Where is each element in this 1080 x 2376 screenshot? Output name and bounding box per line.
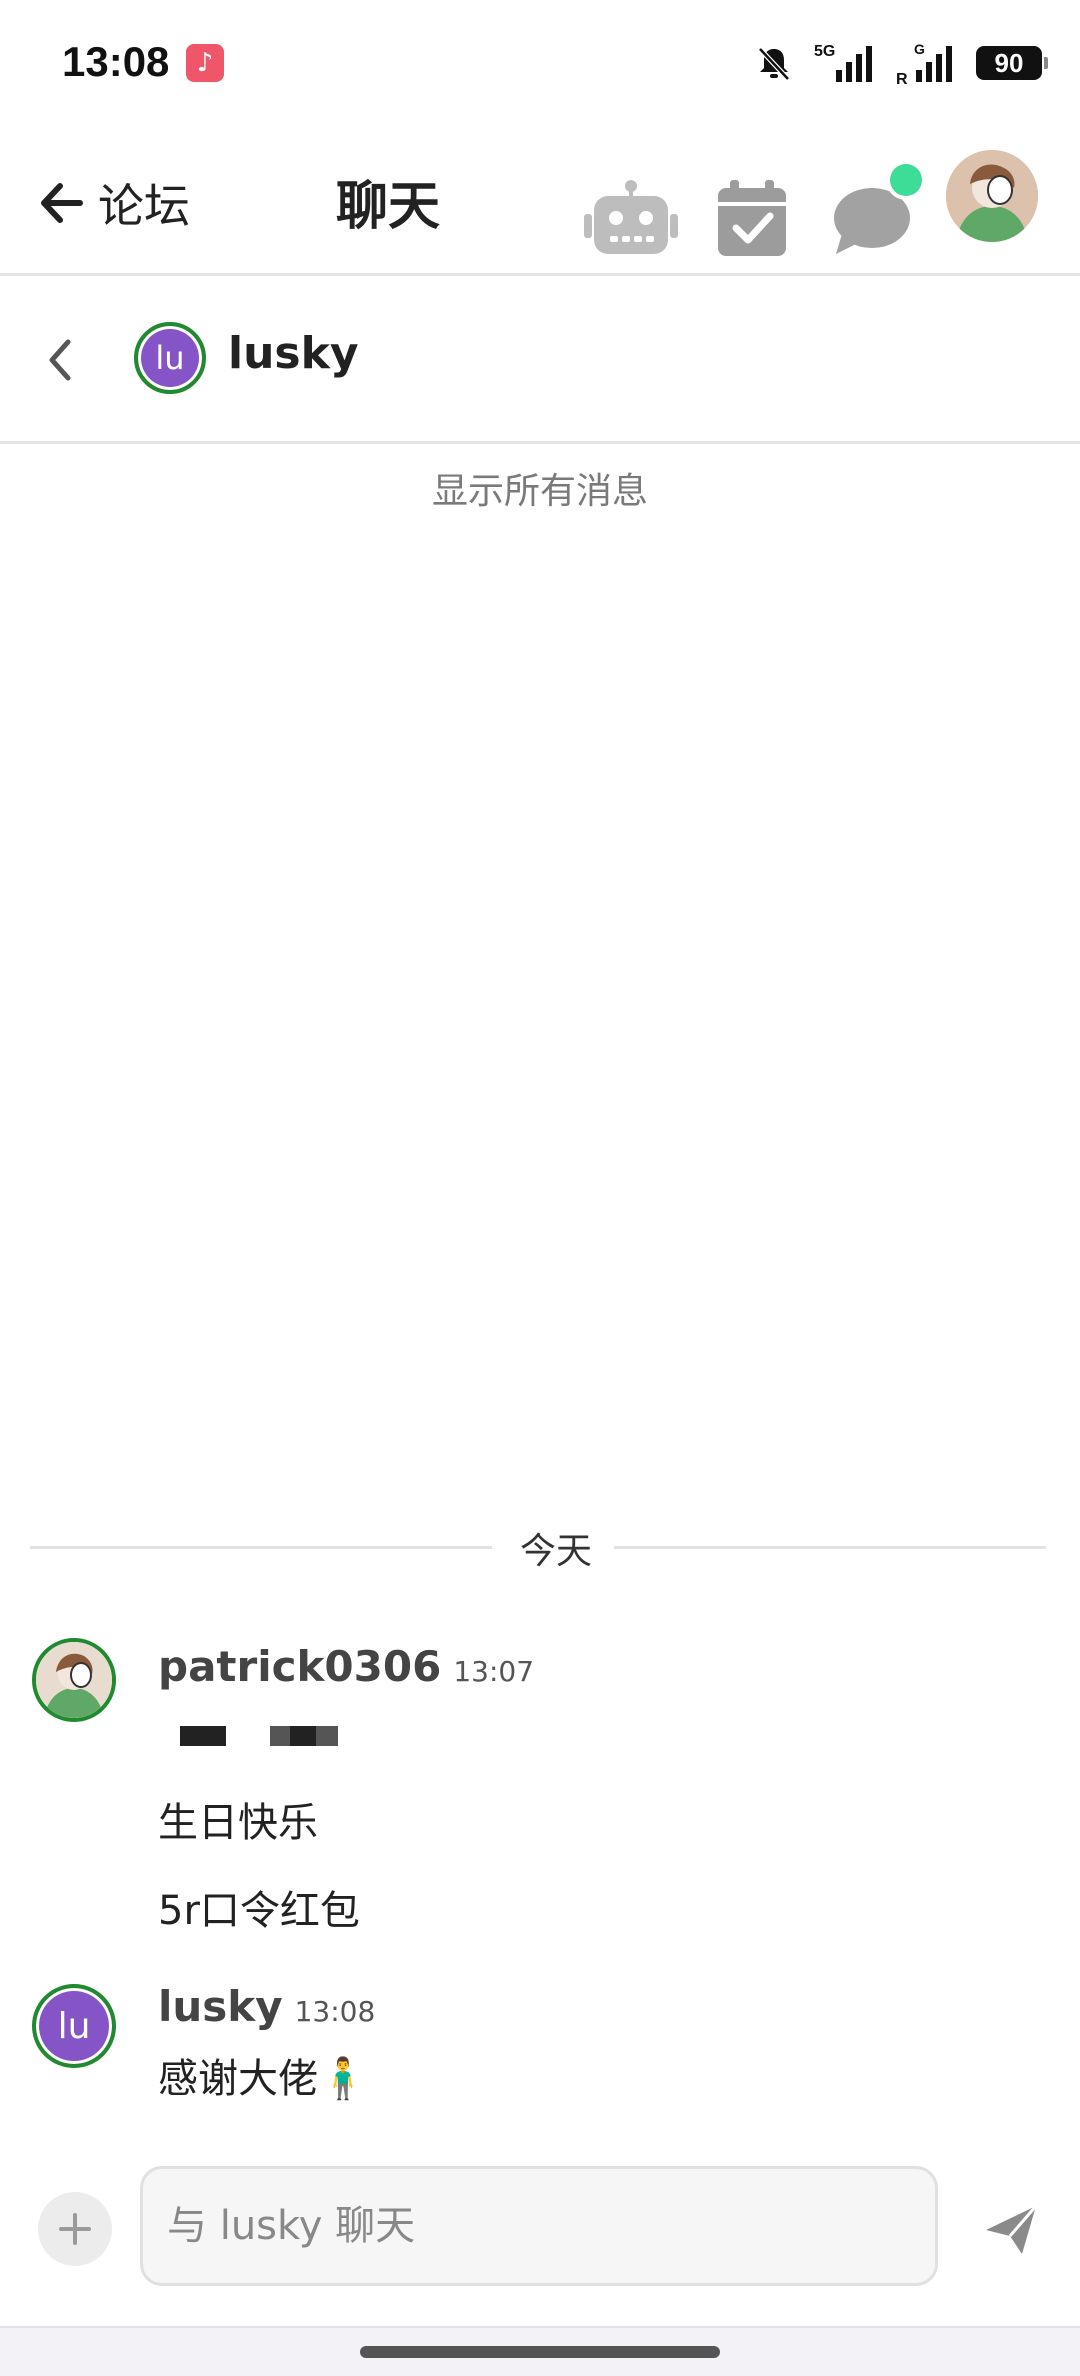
avatar-image [36,1642,112,1718]
status-time: 13:08 [62,38,170,85]
message-item: patrick0306 13:07 生日快乐 5r口令红包 [0,1636,1080,1936]
user-avatar[interactable] [946,150,1038,242]
message-item: lu lusky 13:08 感谢大佬🧍‍♂️ [0,1980,1080,2102]
music-app-icon: ♪ [186,44,224,82]
message-header: patrick0306 13:07 [158,1642,534,1691]
signal-icon: R G [896,41,952,86]
bell-off-icon [758,47,790,81]
message-avatar[interactable] [32,1638,116,1722]
chat-bubble-icon[interactable] [832,160,928,256]
robot-icon[interactable] [584,180,678,256]
divider-line-left [30,1546,492,1549]
message-composer [0,2156,1080,2296]
status-icons: 5G R G 90 [754,38,1048,88]
chat-partner-name[interactable]: lusky [228,328,359,379]
arrow-left-icon [41,183,83,223]
send-icon[interactable] [982,2200,1040,2258]
battery-icon: 90 [976,46,1048,80]
system-navigation-bar [0,2326,1080,2376]
message-text: 生日快乐 [158,1800,318,1846]
status-bar: 13:08 ♪ 5G R G 90 [0,0,1080,128]
divider-line-right [614,1546,1046,1549]
page-title: 聊天 [336,177,441,237]
add-attachment-button[interactable] [38,2192,112,2266]
app-header: 论坛 聊天 [0,128,1080,276]
chat-input[interactable] [140,2166,938,2286]
unread-badge [890,164,922,196]
plus-icon [59,2213,91,2245]
message-time: 13:07 [453,1655,535,1688]
back-to-forum-label: 论坛 [98,179,190,233]
back-to-forum-button[interactable]: 论坛 [38,168,190,238]
svg-text:R: R [896,71,908,86]
date-divider: 今天 [30,1522,1046,1572]
chat-header: lu lusky [0,276,1080,444]
message-text: 5r口令红包 [158,1888,360,1934]
message-username[interactable]: patrick0306 [158,1642,441,1691]
message-username[interactable]: lusky [158,1982,283,2031]
date-divider-label: 今天 [520,1531,593,1572]
message-text: 感谢大佬🧍‍♂️ [158,2056,368,2102]
signal-5g-icon: 5G [814,43,872,82]
calendar-check-icon[interactable] [718,180,786,256]
message-avatar[interactable]: lu [32,1984,116,2068]
chat-partner-avatar[interactable]: lu [134,322,206,394]
svg-text:G: G [914,41,925,57]
message-header: lusky 13:08 [158,1982,375,2031]
network-label: 5G [814,43,835,60]
message-time: 13:08 [294,1995,376,2028]
show-all-messages-link[interactable]: 显示所有消息 [0,462,1080,514]
home-indicator[interactable] [360,2346,720,2358]
avatar-image [946,150,1038,242]
chevron-left-icon[interactable] [40,330,80,390]
